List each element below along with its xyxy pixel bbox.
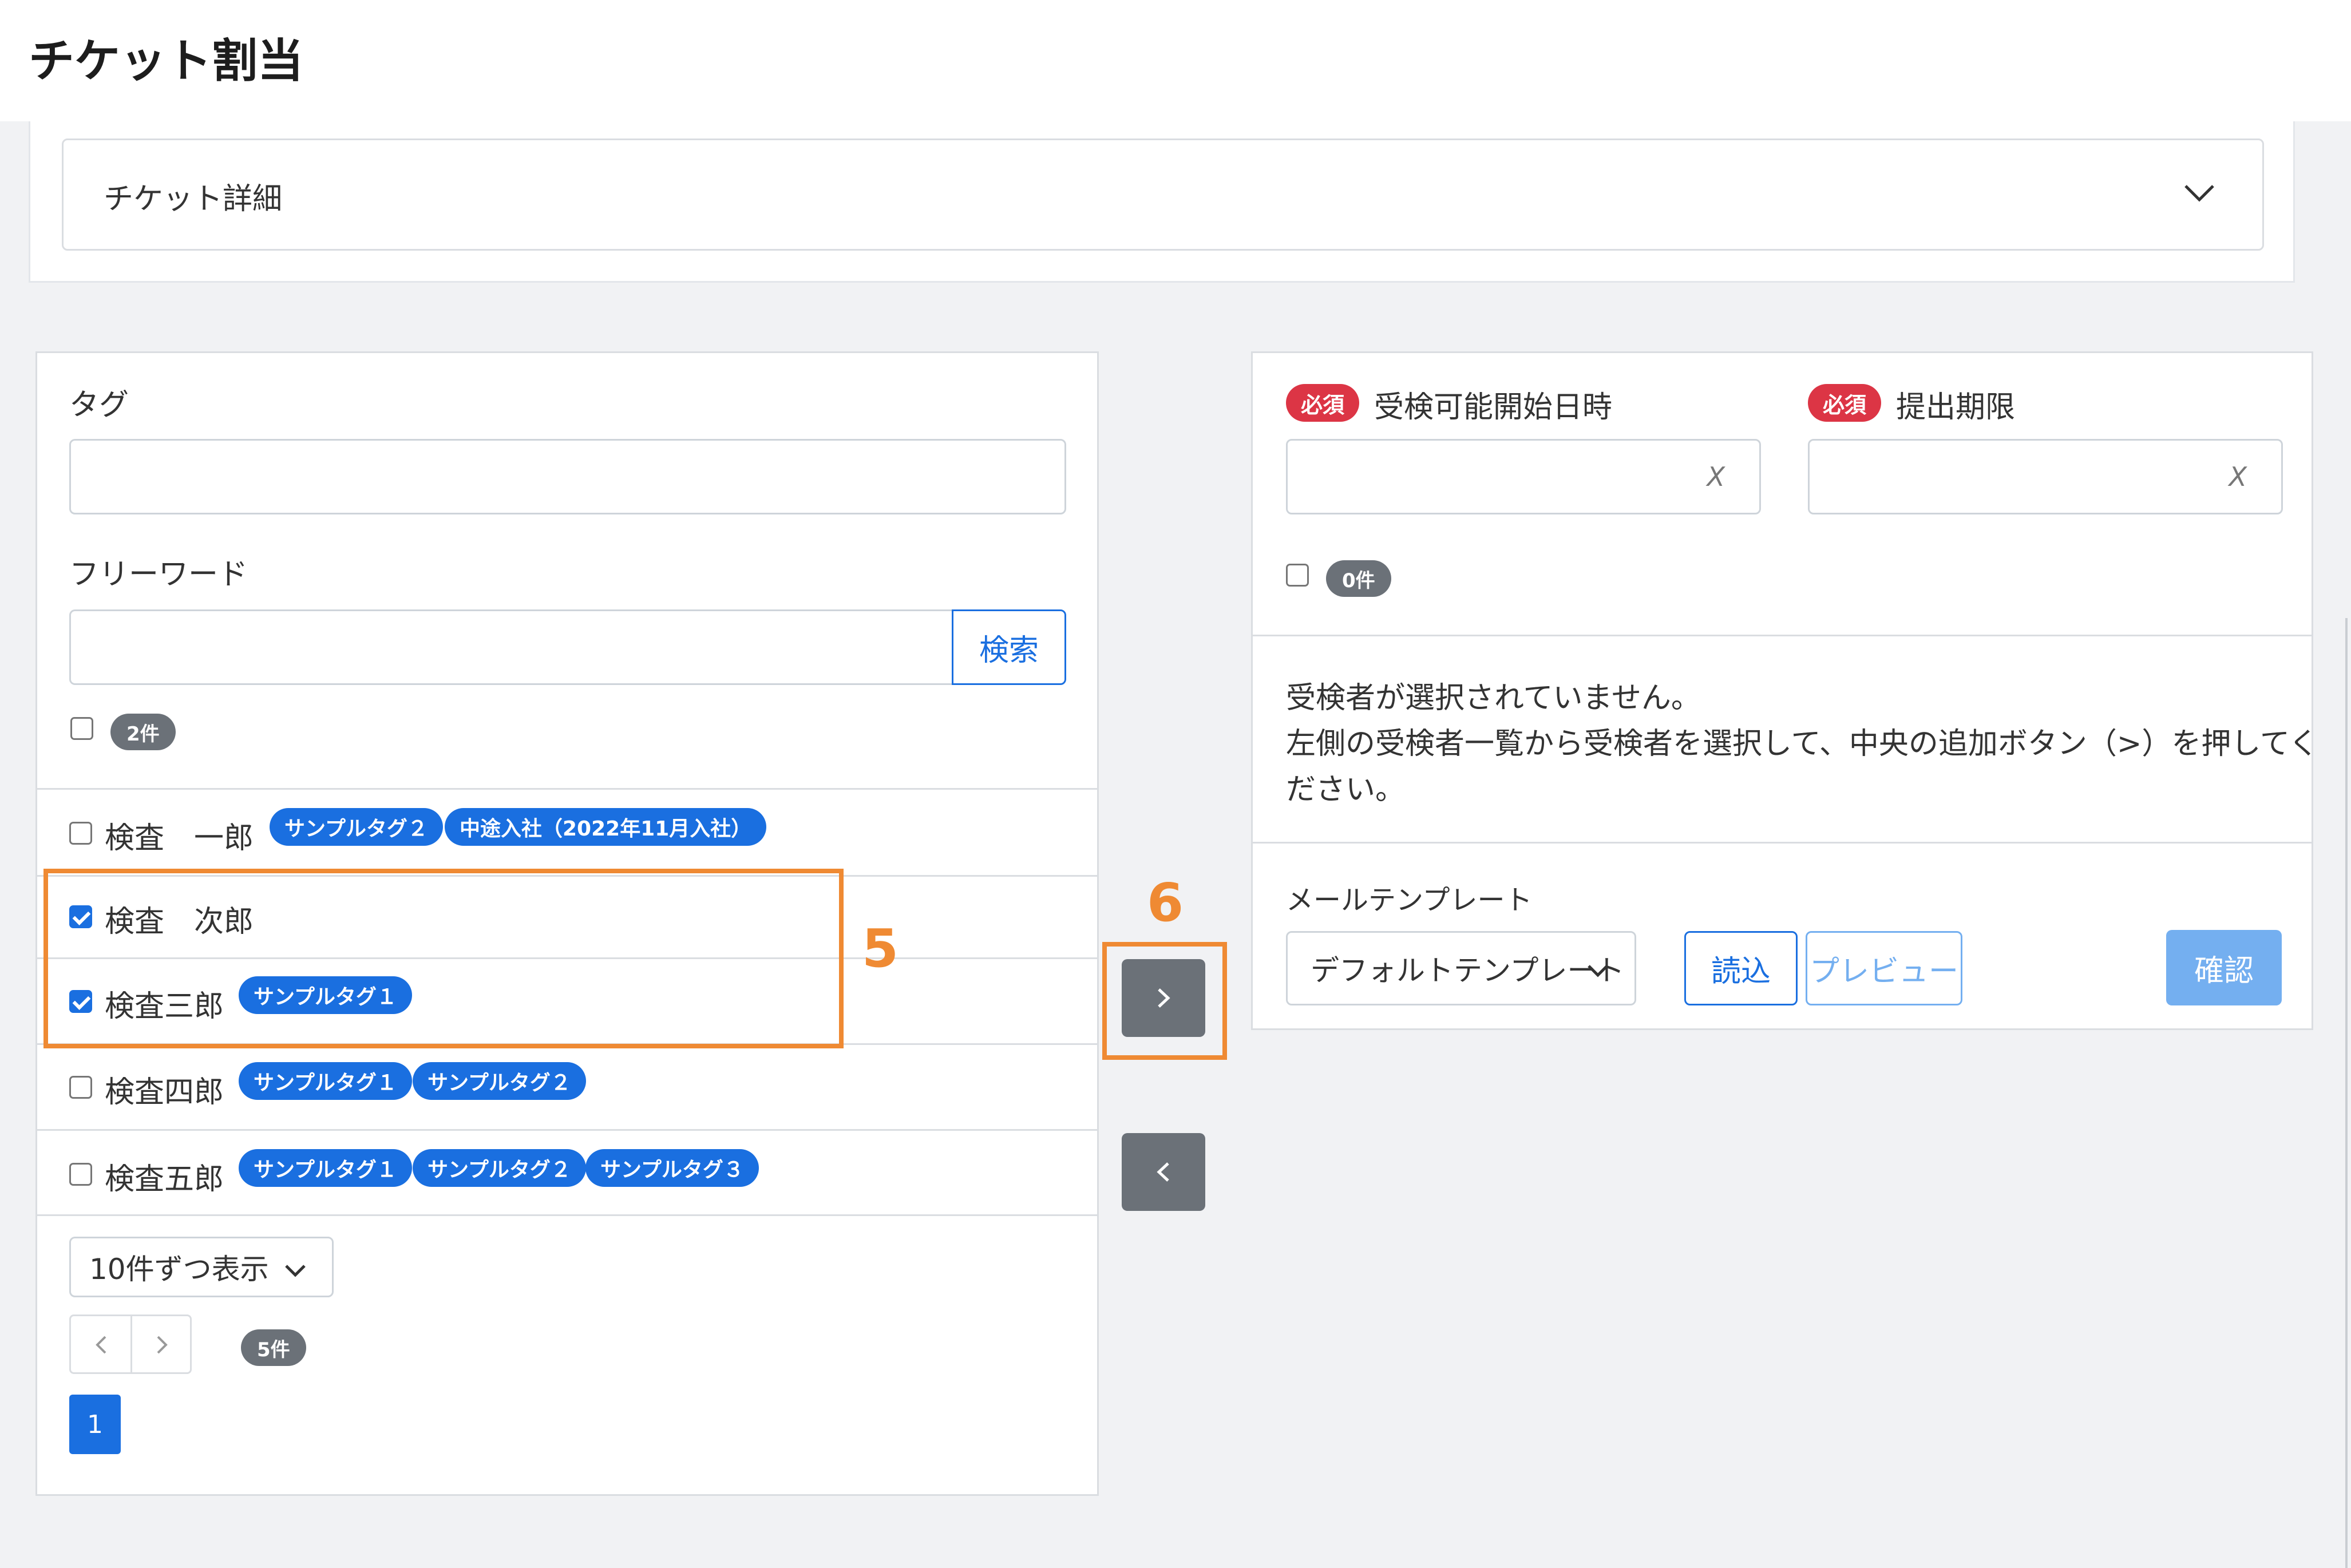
clear-start-date-icon[interactable]: X bbox=[1707, 461, 1725, 492]
tag-input[interactable] bbox=[69, 439, 1066, 514]
chevron-left-icon[interactable] bbox=[93, 1333, 110, 1356]
required-badge: 必須 bbox=[1286, 384, 1360, 422]
candidate-checkbox[interactable] bbox=[69, 1163, 92, 1186]
candidate-name: 検査五郎 bbox=[105, 1162, 224, 1197]
clear-deadline-icon[interactable]: X bbox=[2229, 461, 2247, 492]
deadline-label: 提出期限 bbox=[1896, 390, 2016, 425]
per-page-select-value: 10件ずつ表示 bbox=[89, 1253, 269, 1286]
preview-button[interactable]: プレビュー bbox=[1806, 931, 1962, 1005]
required-badge: 必須 bbox=[1808, 384, 1882, 422]
tag-badge: サンプルタグ１ bbox=[239, 1149, 412, 1187]
selection-highlight bbox=[43, 869, 844, 1048]
ticket-detail-card: チケット詳細 bbox=[29, 121, 2295, 283]
select-all-assigned-checkbox[interactable] bbox=[1286, 564, 1309, 587]
candidate-name: 検査 一郎 bbox=[105, 821, 254, 856]
confirm-button[interactable]: 確認 bbox=[2166, 930, 2282, 1005]
list-item: 検査四郎 サンプルタグ１ サンプルタグ２ bbox=[37, 1043, 1097, 1129]
deadline-input[interactable]: X bbox=[1808, 439, 2283, 514]
pagination-arrows bbox=[69, 1314, 192, 1374]
divider bbox=[1253, 635, 2312, 636]
page-title: チケット割当 bbox=[29, 34, 303, 88]
step-6-annotation: 6 bbox=[1147, 872, 1184, 933]
chevron-right-icon bbox=[1158, 988, 1170, 1008]
candidate-checkbox[interactable] bbox=[69, 822, 92, 845]
total-count-badge: 5件 bbox=[241, 1329, 306, 1366]
step-5-annotation: 5 bbox=[862, 918, 899, 979]
template-select[interactable]: デフォルトテンプレート bbox=[1286, 931, 1636, 1005]
tag-badge: サンプルタグ２ bbox=[270, 808, 443, 846]
tag-badge: サンプルタグ２ bbox=[413, 1062, 586, 1100]
empty-message-line-3: ださい。 bbox=[1286, 773, 1406, 807]
empty-message-line-1: 受検者が選択されていません。 bbox=[1286, 681, 1701, 715]
freeword-input[interactable] bbox=[69, 609, 955, 685]
ticket-detail-accordion[interactable]: チケット詳細 bbox=[62, 138, 2264, 251]
chevron-right-icon[interactable] bbox=[153, 1333, 171, 1356]
tag-label: タグ bbox=[69, 388, 129, 422]
remove-button[interactable] bbox=[1122, 1133, 1205, 1211]
selected-count-badge: 2件 bbox=[110, 714, 176, 750]
pager-divider bbox=[130, 1316, 132, 1372]
freeword-label: フリーワード bbox=[69, 557, 248, 592]
ticket-detail-label: チケット詳細 bbox=[104, 182, 283, 216]
page-header: チケット割当 bbox=[0, 0, 2351, 121]
load-button[interactable]: 読込 bbox=[1684, 931, 1798, 1005]
tag-badge: 中途入社（2022年11月入社） bbox=[445, 808, 767, 846]
assignment-panel: 必須 受検可能開始日時 必須 提出期限 X X 0件 受検者が選択されていません… bbox=[1251, 351, 2318, 1030]
assigned-count-badge: 0件 bbox=[1326, 560, 1391, 597]
template-select-value: デフォルトテンプレート bbox=[1311, 954, 1625, 987]
mail-template-label: メールテンプレート bbox=[1286, 884, 1533, 916]
page-1-button[interactable]: 1 bbox=[69, 1395, 121, 1454]
tag-badge: サンプルタグ１ bbox=[239, 1062, 412, 1100]
add-button[interactable] bbox=[1122, 959, 1205, 1037]
chevron-down-icon bbox=[285, 1265, 306, 1277]
chevron-left-icon bbox=[1157, 1162, 1169, 1182]
list-item: 検査五郎 サンプルタグ１ サンプルタグ２ サンプルタグ３ bbox=[37, 1129, 1097, 1216]
list-item: 検査 一郎 サンプルタグ２ 中途入社（2022年11月入社） bbox=[37, 788, 1097, 875]
empty-message-line-2: 左側の受検者一覧から受検者を選択して、中央の追加ボタン（>）を押してく bbox=[1286, 727, 2319, 761]
select-all-checkbox[interactable] bbox=[70, 717, 93, 740]
start-date-input[interactable]: X bbox=[1286, 439, 1761, 514]
chevron-down-icon bbox=[1588, 965, 1608, 977]
candidate-name: 検査四郎 bbox=[105, 1075, 224, 1110]
search-button[interactable]: 検索 bbox=[952, 609, 1066, 685]
tag-badge: サンプルタグ２ bbox=[413, 1149, 586, 1187]
start-date-label: 受検可能開始日時 bbox=[1374, 390, 1613, 425]
per-page-select[interactable]: 10件ずつ表示 bbox=[69, 1237, 334, 1297]
scrollbar[interactable] bbox=[2345, 618, 2348, 1568]
chevron-down-icon[interactable] bbox=[2182, 176, 2217, 210]
divider bbox=[1253, 842, 2312, 844]
tag-badge: サンプルタグ３ bbox=[585, 1149, 759, 1187]
candidate-checkbox[interactable] bbox=[69, 1076, 92, 1099]
